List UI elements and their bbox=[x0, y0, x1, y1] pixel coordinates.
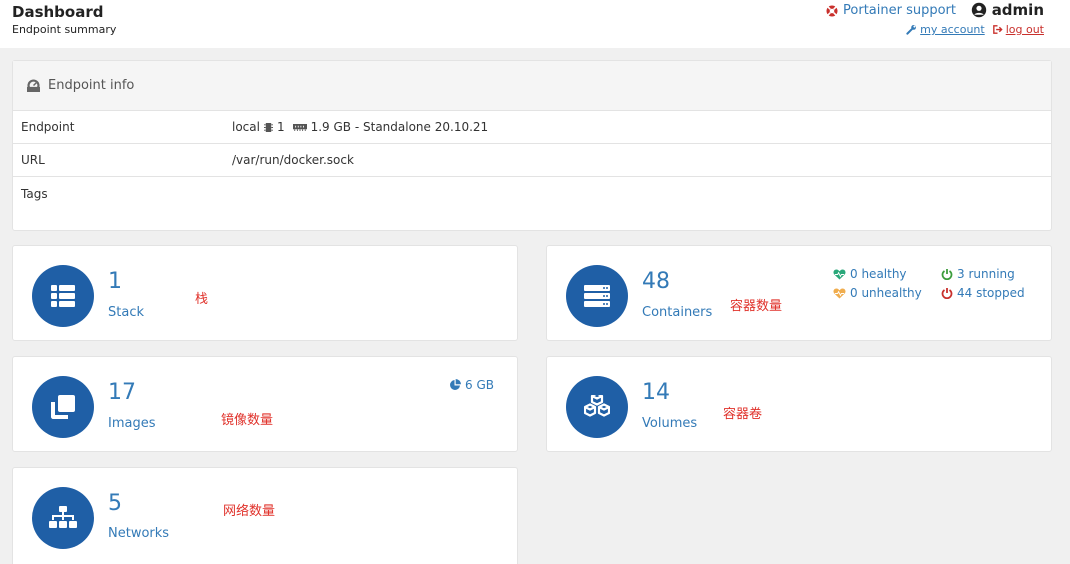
info-row-endpoint: Endpoint local 1 1.9 GB - Standalone 20.… bbox=[13, 111, 1051, 144]
my-account-link[interactable]: my account bbox=[906, 23, 985, 36]
networks-count: 5 bbox=[108, 491, 122, 516]
images-card[interactable]: 17 Images 镜像数量 6 GB bbox=[12, 356, 518, 452]
info-value: local 1 1.9 GB - Standalone 20.10.21 bbox=[232, 120, 488, 134]
log-out-link[interactable]: log out bbox=[992, 23, 1044, 36]
th-list-icon bbox=[51, 285, 75, 307]
healthy-stat: 0 healthy bbox=[833, 267, 907, 281]
sign-out-icon bbox=[992, 25, 1003, 34]
stack-card[interactable]: 1 Stack 栈 bbox=[12, 245, 518, 341]
networks-label: Networks bbox=[108, 526, 170, 541]
heartbeat-icon bbox=[833, 268, 846, 280]
images-size: 6 GB bbox=[449, 378, 494, 392]
cpu-count: 1 bbox=[276, 120, 285, 134]
running-stat: 3 running bbox=[941, 267, 1015, 281]
containers-label: Containers bbox=[642, 305, 713, 320]
containers-count: 48 bbox=[642, 269, 670, 294]
user-menu[interactable]: admin bbox=[971, 1, 1044, 19]
volumes-icon-circle bbox=[566, 376, 628, 438]
cubes-icon bbox=[584, 395, 610, 417]
images-annotation: 镜像数量 bbox=[221, 413, 274, 428]
networks-icon-circle bbox=[32, 487, 94, 549]
info-row-tags: Tags bbox=[13, 177, 1051, 210]
portainer-support-label: Portainer support bbox=[843, 3, 956, 18]
power-on-icon bbox=[941, 269, 953, 280]
life-ring-icon bbox=[826, 5, 838, 16]
volumes-count: 14 bbox=[642, 380, 670, 405]
power-off-icon bbox=[941, 288, 953, 299]
endpoint-info-panel: Endpoint info Endpoint local 1 1.9 GB - … bbox=[12, 60, 1052, 231]
stack-annotation: 栈 bbox=[195, 292, 209, 307]
wrench-icon bbox=[906, 25, 917, 35]
endpoint-name: local bbox=[232, 120, 260, 134]
memory-icon bbox=[292, 123, 307, 131]
cpu-icon bbox=[263, 122, 273, 132]
my-account-label: my account bbox=[920, 23, 985, 36]
pie-chart-icon bbox=[450, 379, 461, 390]
stopped-stat: 44 stopped bbox=[941, 286, 1025, 300]
stack-label: Stack bbox=[108, 305, 144, 320]
server-icon bbox=[584, 285, 610, 307]
volumes-label: Volumes bbox=[642, 416, 698, 431]
stack-icon-circle bbox=[32, 265, 94, 327]
page-header: Dashboard Endpoint summary Portainer sup… bbox=[0, 0, 1070, 48]
clone-icon bbox=[51, 395, 75, 419]
containers-card[interactable]: 48 Containers 容器数量 0 healthy 0 unhealthy… bbox=[546, 245, 1052, 341]
info-row-url: URL /var/run/docker.sock bbox=[13, 144, 1051, 177]
volumes-annotation: 容器卷 bbox=[723, 407, 763, 422]
healthy-count: 0 healthy bbox=[850, 267, 907, 281]
stack-count: 1 bbox=[108, 269, 122, 294]
log-out-label: log out bbox=[1005, 23, 1044, 36]
page-title: Dashboard bbox=[12, 3, 104, 21]
user-circle-icon bbox=[971, 2, 986, 18]
info-value: /var/run/docker.sock bbox=[232, 153, 354, 167]
info-key: Tags bbox=[21, 186, 48, 201]
containers-icon-circle bbox=[566, 265, 628, 327]
user-links: my account log out bbox=[906, 23, 1044, 36]
images-size-value: 6 GB bbox=[465, 378, 494, 392]
networks-annotation: 网络数量 bbox=[223, 504, 276, 519]
info-key: URL bbox=[21, 153, 45, 167]
containers-annotation: 容器数量 bbox=[730, 299, 783, 314]
portainer-support-link[interactable]: Portainer support bbox=[826, 3, 956, 18]
running-count: 3 running bbox=[957, 267, 1015, 281]
tachometer-icon bbox=[27, 79, 40, 92]
images-icon-circle bbox=[32, 376, 94, 438]
page-subtitle: Endpoint summary bbox=[12, 23, 117, 36]
sitemap-icon bbox=[49, 506, 77, 528]
username: admin bbox=[991, 1, 1044, 19]
unhealthy-count: 0 unhealthy bbox=[850, 286, 922, 300]
volumes-card[interactable]: 14 Volumes 容器卷 bbox=[546, 356, 1052, 452]
info-key: Endpoint bbox=[21, 120, 75, 134]
endpoint-info-title: Endpoint info bbox=[48, 78, 135, 93]
memory-info: 1.9 GB - Standalone 20.10.21 bbox=[310, 120, 489, 134]
endpoint-info-heading: Endpoint info bbox=[13, 61, 1051, 111]
unhealthy-stat: 0 unhealthy bbox=[833, 286, 922, 300]
heartbeat-warning-icon bbox=[833, 287, 846, 299]
stopped-count: 44 stopped bbox=[957, 286, 1025, 300]
images-label: Images bbox=[108, 416, 156, 431]
networks-card[interactable]: 5 Networks 网络数量 bbox=[12, 467, 518, 564]
images-count: 17 bbox=[108, 380, 136, 405]
